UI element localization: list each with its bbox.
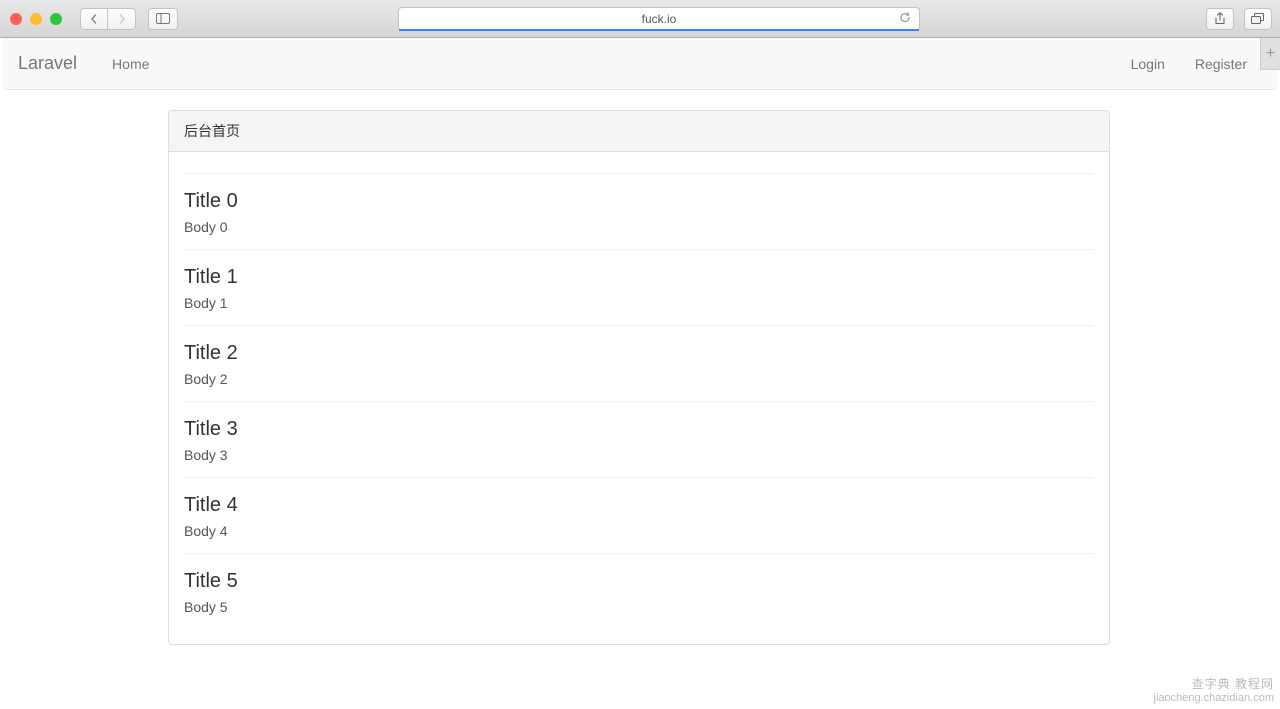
panel: 后台首页 Title 0 Body 0 Title 1 Body 1 Title… [168,110,1110,645]
post-body: Body 2 [184,371,1094,387]
tabs-button[interactable] [1244,8,1272,30]
panel-body: Title 0 Body 0 Title 1 Body 1 Title 2 Bo… [169,152,1109,644]
forward-button[interactable] [108,8,136,30]
post-title: Title 2 [184,342,1094,365]
maximize-window-button[interactable] [50,13,62,25]
minimize-window-button[interactable] [30,13,42,25]
post-title: Title 3 [184,418,1094,441]
window-controls [10,13,62,25]
post-title: Title 5 [184,570,1094,593]
close-window-button[interactable] [10,13,22,25]
address-bar-text: fuck.io [642,12,677,26]
app-navbar: Laravel Home Login Register [3,38,1277,90]
reload-icon[interactable] [899,11,911,26]
post-list: Title 0 Body 0 Title 1 Body 1 Title 2 Bo… [184,173,1094,629]
share-button[interactable] [1206,8,1234,30]
list-item: Title 0 Body 0 [184,173,1094,249]
post-title: Title 1 [184,266,1094,289]
post-body: Body 0 [184,219,1094,235]
nav-login[interactable]: Login [1116,56,1180,72]
brand-link[interactable]: Laravel [18,53,77,74]
address-bar[interactable]: fuck.io [398,7,920,31]
browser-chrome: fuck.io [0,0,1280,38]
list-item: Title 4 Body 4 [184,477,1094,553]
nav-home[interactable]: Home [97,56,164,72]
nav-register[interactable]: Register [1180,56,1262,72]
list-item: Title 2 Body 2 [184,325,1094,401]
watermark: 查字典 教程网 jiaocheng.chazidian.com [1154,677,1274,705]
list-item: Title 1 Body 1 [184,249,1094,325]
post-body: Body 4 [184,523,1094,539]
watermark-line2: jiaocheng.chazidian.com [1154,692,1274,705]
post-body: Body 5 [184,599,1094,615]
list-item: Title 5 Body 5 [184,553,1094,629]
list-item: Title 3 Body 3 [184,401,1094,477]
panel-heading: 后台首页 [169,111,1109,152]
post-title: Title 0 [184,190,1094,213]
chrome-right-buttons [1206,8,1272,30]
back-button[interactable] [80,8,108,30]
post-body: Body 3 [184,447,1094,463]
nav-buttons [80,8,136,30]
sidebar-toggle-button[interactable] [148,8,178,30]
post-body: Body 1 [184,295,1094,311]
main-container: 后台首页 Title 0 Body 0 Title 1 Body 1 Title… [168,110,1110,645]
new-tab-button[interactable]: + [1260,38,1280,70]
post-title: Title 4 [184,494,1094,517]
watermark-line1: 查字典 教程网 [1154,677,1274,691]
